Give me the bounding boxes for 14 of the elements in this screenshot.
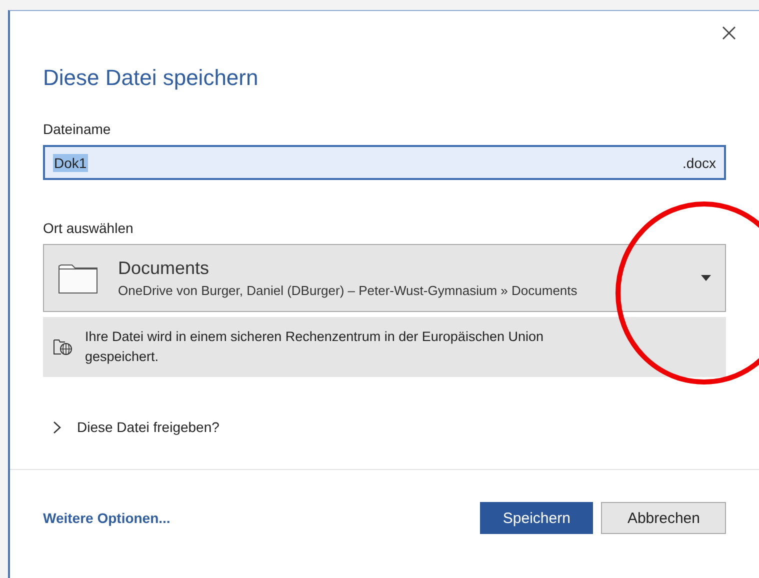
globe-folder-icon [53,338,73,356]
save-button[interactable]: Speichern [480,502,594,534]
location-dropdown[interactable]: Documents OneDrive von Burger, Daniel (DBurger) – Peter-Wust-Gymnasium » Documents [43,244,726,312]
dialog-title: Diese Datei speichern [43,65,258,91]
field-label: Ort auswählen [43,220,134,236]
more-options-link[interactable]: Weitere Optionen... [43,510,170,526]
folder-icon [58,262,98,294]
cancel-button[interactable]: Abbrechen [601,502,726,534]
filename-field[interactable]: Dok1 .docx [43,145,726,180]
close-button[interactable] [721,25,737,41]
caret-icon [701,275,711,281]
info-banner: Ihre Datei wird in einem sicheren Rechenzentrum in der Europäischen Union gespeichert. [43,317,726,377]
share-expander[interactable]: Diese Datei freigeben? [53,419,220,435]
field-label: Dateiname [43,121,111,137]
